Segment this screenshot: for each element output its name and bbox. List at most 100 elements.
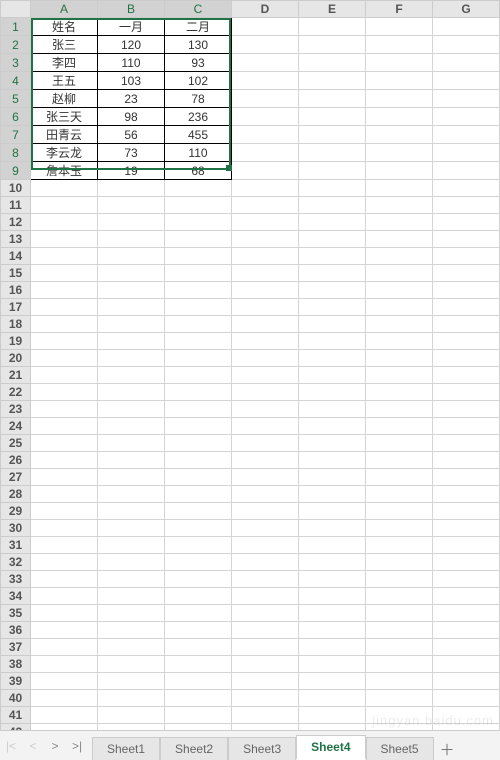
- cell[interactable]: [98, 197, 165, 214]
- cell[interactable]: [299, 690, 366, 707]
- cell[interactable]: [366, 54, 433, 72]
- cell[interactable]: [232, 656, 299, 673]
- cell[interactable]: [299, 588, 366, 605]
- cell[interactable]: [165, 469, 232, 486]
- cell[interactable]: [299, 126, 366, 144]
- row-header[interactable]: 22: [1, 384, 31, 401]
- cell[interactable]: [31, 452, 98, 469]
- cell[interactable]: [31, 690, 98, 707]
- cell[interactable]: [165, 435, 232, 452]
- cell[interactable]: [299, 214, 366, 231]
- cell[interactable]: [232, 299, 299, 316]
- cell[interactable]: [165, 350, 232, 367]
- cell[interactable]: [366, 36, 433, 54]
- cell[interactable]: [98, 214, 165, 231]
- cell[interactable]: [232, 537, 299, 554]
- cell[interactable]: [232, 126, 299, 144]
- row-header[interactable]: 5: [1, 90, 31, 108]
- cell[interactable]: 23: [98, 90, 165, 108]
- cell[interactable]: [232, 72, 299, 90]
- row-header[interactable]: 28: [1, 486, 31, 503]
- cell[interactable]: [299, 537, 366, 554]
- cell[interactable]: [299, 144, 366, 162]
- cell[interactable]: 田青云: [31, 126, 98, 144]
- cell[interactable]: [31, 197, 98, 214]
- cell[interactable]: [366, 452, 433, 469]
- sheet-tab-sheet3[interactable]: Sheet3: [228, 737, 296, 760]
- cell[interactable]: [31, 503, 98, 520]
- row-header[interactable]: 23: [1, 401, 31, 418]
- row-header[interactable]: 1: [1, 18, 31, 36]
- cell[interactable]: [433, 588, 500, 605]
- row-header[interactable]: 37: [1, 639, 31, 656]
- cell[interactable]: [433, 418, 500, 435]
- row-header[interactable]: 27: [1, 469, 31, 486]
- cell[interactable]: [165, 622, 232, 639]
- cell[interactable]: [433, 401, 500, 418]
- sheet-tab-sheet1[interactable]: Sheet1: [92, 737, 160, 760]
- cell[interactable]: [433, 282, 500, 299]
- cell[interactable]: [232, 673, 299, 690]
- cell[interactable]: [366, 265, 433, 282]
- cell[interactable]: [98, 554, 165, 571]
- cell[interactable]: [232, 316, 299, 333]
- cell[interactable]: [31, 248, 98, 265]
- sheet-tab-sheet2[interactable]: Sheet2: [160, 737, 228, 760]
- cell[interactable]: [366, 571, 433, 588]
- cell[interactable]: [299, 571, 366, 588]
- cell[interactable]: [433, 316, 500, 333]
- nav-first-button[interactable]: |<: [0, 732, 22, 760]
- cell[interactable]: 93: [165, 54, 232, 72]
- cell[interactable]: [433, 537, 500, 554]
- row-header[interactable]: 38: [1, 656, 31, 673]
- cell[interactable]: [232, 401, 299, 418]
- cell[interactable]: [366, 90, 433, 108]
- column-header-E[interactable]: E: [299, 1, 366, 18]
- cell[interactable]: [31, 435, 98, 452]
- cell[interactable]: 一月: [98, 18, 165, 36]
- cell[interactable]: [98, 588, 165, 605]
- cell[interactable]: [98, 690, 165, 707]
- cell[interactable]: [165, 384, 232, 401]
- cell[interactable]: [299, 265, 366, 282]
- cell[interactable]: [98, 282, 165, 299]
- column-header-B[interactable]: B: [98, 1, 165, 18]
- cell[interactable]: [31, 622, 98, 639]
- cell[interactable]: [165, 673, 232, 690]
- cell[interactable]: [366, 248, 433, 265]
- cell[interactable]: [31, 639, 98, 656]
- cell[interactable]: [31, 367, 98, 384]
- cell[interactable]: [232, 435, 299, 452]
- cell[interactable]: 李云龙: [31, 144, 98, 162]
- cell[interactable]: [31, 180, 98, 197]
- cell[interactable]: [31, 333, 98, 350]
- row-header[interactable]: 21: [1, 367, 31, 384]
- cell[interactable]: 19: [98, 162, 165, 180]
- cell[interactable]: [98, 401, 165, 418]
- cell[interactable]: 二月: [165, 18, 232, 36]
- cell[interactable]: [433, 108, 500, 126]
- cell[interactable]: [232, 350, 299, 367]
- cell[interactable]: [299, 435, 366, 452]
- sheet-tab-sheet5[interactable]: Sheet5: [366, 737, 434, 760]
- cell[interactable]: [165, 197, 232, 214]
- cell[interactable]: [232, 469, 299, 486]
- cell[interactable]: [433, 350, 500, 367]
- column-header-G[interactable]: G: [433, 1, 500, 18]
- row-header[interactable]: 9: [1, 162, 31, 180]
- cell[interactable]: [299, 316, 366, 333]
- cell[interactable]: 赵柳: [31, 90, 98, 108]
- cell[interactable]: [165, 367, 232, 384]
- cell[interactable]: [433, 486, 500, 503]
- row-header[interactable]: 40: [1, 690, 31, 707]
- cell[interactable]: [433, 248, 500, 265]
- cell[interactable]: [433, 673, 500, 690]
- cell[interactable]: [232, 520, 299, 537]
- cell[interactable]: [299, 72, 366, 90]
- cell[interactable]: [366, 656, 433, 673]
- cell[interactable]: [31, 520, 98, 537]
- cell[interactable]: [232, 36, 299, 54]
- cell[interactable]: [433, 36, 500, 54]
- cell[interactable]: [232, 384, 299, 401]
- cell[interactable]: [98, 639, 165, 656]
